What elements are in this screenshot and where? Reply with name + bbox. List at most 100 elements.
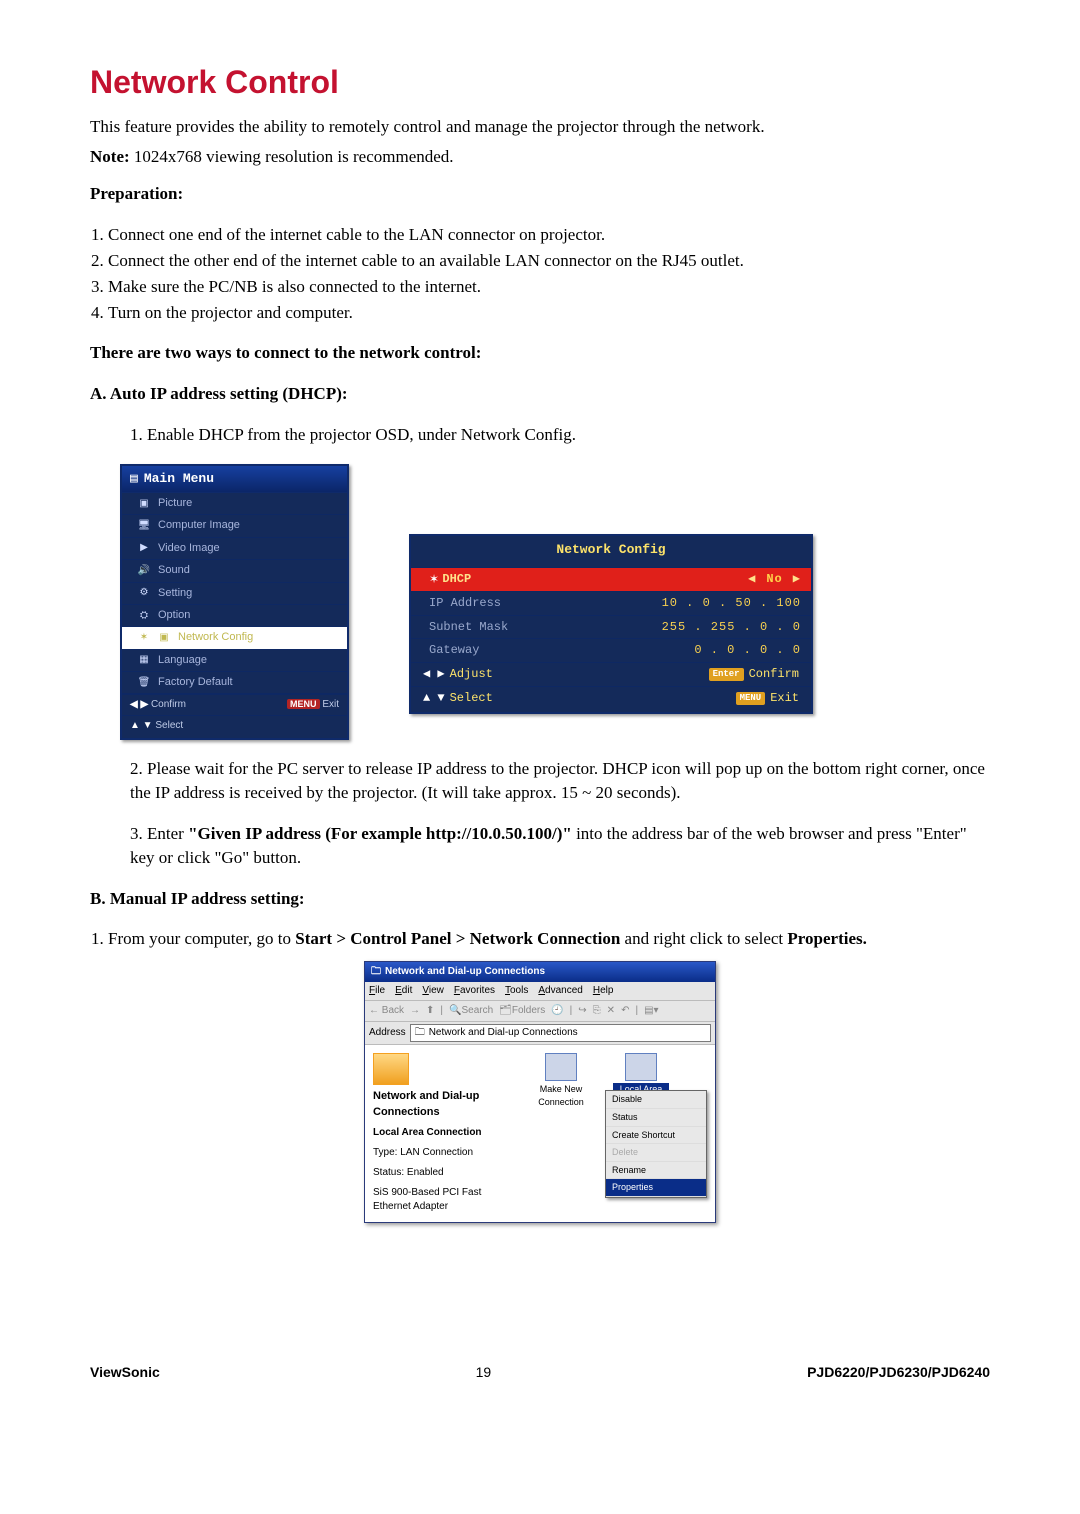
factory-icon: 🗑: [138, 677, 150, 689]
preparation-heading: Preparation:: [90, 182, 990, 206]
nc-gateway-row[interactable]: Gateway 0 . 0 . 0 . 0: [411, 638, 811, 662]
prep-step: Make sure the PC/NB is also connected to…: [108, 275, 990, 299]
updown-icon: ▲ ▼: [130, 720, 153, 731]
make-new-icon: [545, 1053, 577, 1081]
b1-mid: and right click to select: [620, 929, 787, 948]
intro-text: This feature provides the ability to rem…: [90, 115, 990, 139]
menu-pill: MENU: [287, 699, 320, 709]
nc-dhcp-row[interactable]: ✶ DHCP ◀ No ▶: [411, 567, 811, 591]
leftright-icon: ◀ ▶: [423, 666, 445, 683]
menu-help[interactable]: Help: [593, 984, 614, 998]
b1-bold1: Start > Control Panel > Network Connecti…: [295, 929, 620, 948]
dhcp-label: DHCP: [442, 571, 572, 588]
osd-network-config: Network Config ✶ DHCP ◀No▶ IP Address 10…: [409, 534, 813, 714]
history-button[interactable]: 🕘: [551, 1004, 563, 1018]
make-new-connection[interactable]: Make New Connection: [533, 1053, 589, 1214]
section-a-step-1: 1. Enable DHCP from the projector OSD, u…: [130, 423, 990, 447]
type-line: Type: LAN Connection: [373, 1146, 509, 1160]
section-b-heading: B. Manual IP address setting:: [90, 887, 990, 911]
osd-item-factory-default[interactable]: 🗑Factory Default: [122, 672, 347, 694]
menu-view[interactable]: View: [422, 984, 444, 998]
window-title-text: Network and Dial-up Connections: [385, 965, 545, 979]
context-menu: Disable Status Create Shortcut Delete Re…: [605, 1090, 707, 1198]
step3-bold: "Given IP address (For example http://10…: [188, 824, 572, 843]
osd-figures: ▤ Main Menu ▣Picture 🖥Computer Image ▶Vi…: [120, 464, 990, 741]
prep-step: Turn on the projector and computer.: [108, 301, 990, 325]
big-folder-icon: [373, 1053, 409, 1085]
menu-favorites[interactable]: Favorites: [454, 984, 495, 998]
address-field[interactable]: 🗀 Network and Dial-up Connections: [410, 1024, 711, 1042]
osd-item-setting[interactable]: ⚙Setting: [122, 583, 347, 605]
lac-label: Local Area Connection: [373, 1126, 509, 1140]
footer-brand: ViewSonic: [90, 1363, 160, 1383]
updown-icon: ▲ ▼: [423, 690, 445, 707]
osd-item-label: Sound: [158, 563, 190, 578]
panel-heading: Network and Dial-up Connections: [373, 1089, 509, 1120]
folder-icon: 🗀: [415, 1026, 425, 1040]
osd-item-label: Video Image: [158, 541, 220, 556]
delete-icon[interactable]: ✕: [607, 1004, 615, 1018]
ctx-disable[interactable]: Disable: [606, 1091, 706, 1109]
osd-item-label: Setting: [158, 586, 192, 601]
adjust-label: Adjust: [450, 666, 493, 683]
ip-label: IP Address: [429, 595, 559, 612]
osd-item-picture[interactable]: ▣Picture: [122, 493, 347, 515]
gateway-value: 0 . 0 . 0 . 0: [559, 642, 801, 659]
up-button[interactable]: ⬆: [426, 1004, 434, 1018]
nc-ip-row[interactable]: IP Address 10 . 0 . 50 . 100: [411, 591, 811, 615]
menu-pill: MENU: [736, 692, 766, 705]
leftright-icon: ◀ ▶: [130, 699, 148, 710]
ctx-create-shortcut[interactable]: Create Shortcut: [606, 1127, 706, 1145]
dhcp-value: No: [766, 571, 782, 588]
status-line: Status: Enabled: [373, 1166, 509, 1180]
osd-item-video-image[interactable]: ▶Video Image: [122, 538, 347, 560]
arrow-left-icon: ◀: [748, 571, 756, 588]
menu-bar: File Edit View Favorites Tools Advanced …: [365, 982, 715, 1001]
footer-models: PJD6220/PJD6230/PJD6240: [807, 1363, 990, 1383]
menu-advanced[interactable]: Advanced: [538, 984, 582, 998]
dhcp-icon: ✶: [429, 571, 439, 588]
views-icon[interactable]: ▤▾: [644, 1004, 658, 1018]
section-b-list: From your computer, go to Start > Contro…: [108, 927, 990, 951]
menu-file[interactable]: File: [369, 984, 385, 998]
search-button[interactable]: 🔍Search: [449, 1004, 493, 1018]
osd-main-title-text: Main Menu: [144, 470, 214, 488]
osd-item-option[interactable]: ⛭Option: [122, 605, 347, 627]
folders-button[interactable]: 🗂Folders: [499, 1004, 545, 1018]
copy-icon[interactable]: ⎘: [593, 1004, 601, 1018]
ctx-properties[interactable]: Properties: [606, 1179, 706, 1197]
menu-tools[interactable]: Tools: [505, 984, 528, 998]
nc-subnet-row[interactable]: Subnet Mask 255 . 255 . 0 . 0: [411, 615, 811, 639]
option-icon: ⛭: [138, 610, 150, 622]
left-panel: Network and Dial-up Connections Local Ar…: [373, 1053, 509, 1214]
forward-button[interactable]: →: [410, 1004, 420, 1018]
arrow-right-icon: ▶: [793, 571, 801, 588]
back-button[interactable]: ← Back: [369, 1004, 404, 1018]
lac-icon: [625, 1053, 657, 1081]
osd-item-language[interactable]: ▦Language: [122, 650, 347, 672]
ctx-status[interactable]: Status: [606, 1109, 706, 1127]
app-icon: 🗀: [371, 965, 381, 979]
make-new-label: Make New Connection: [533, 1083, 589, 1108]
osd-main-footer-1: ◀ ▶ Confirm MENU Exit: [122, 694, 347, 715]
osd-item-sound[interactable]: 🔊 Sound: [122, 560, 347, 582]
note-label: Note:: [90, 147, 130, 166]
osd-main-footer-2: ▲ ▼ Select: [122, 715, 347, 738]
osd-item-network-config[interactable]: ✶▣Network Config: [122, 627, 347, 649]
undo-icon[interactable]: ↶: [621, 1004, 629, 1018]
note-text: 1024x768 viewing resolution is recommend…: [130, 147, 454, 166]
page-footer: ViewSonic 19 PJD6220/PJD6230/PJD6240: [90, 1363, 990, 1383]
address-value: Network and Dial-up Connections: [429, 1026, 578, 1040]
ctx-rename[interactable]: Rename: [606, 1162, 706, 1180]
footer-page-number: 19: [476, 1363, 492, 1383]
section-a-heading: A. Auto IP address setting (DHCP):: [90, 382, 990, 406]
osd-item-computer-image[interactable]: 🖥Computer Image: [122, 515, 347, 537]
b1-bold2: Properties.: [787, 929, 866, 948]
network-icon2: ▣: [158, 632, 170, 644]
move-icon[interactable]: ↪: [578, 1004, 586, 1018]
network-icon: ✶: [138, 632, 150, 644]
menu-edit[interactable]: Edit: [395, 984, 412, 998]
sound-icon: 🔊: [138, 565, 150, 577]
b1-pre: From your computer, go to: [108, 929, 295, 948]
monitor-icon: 🖥: [138, 520, 150, 532]
